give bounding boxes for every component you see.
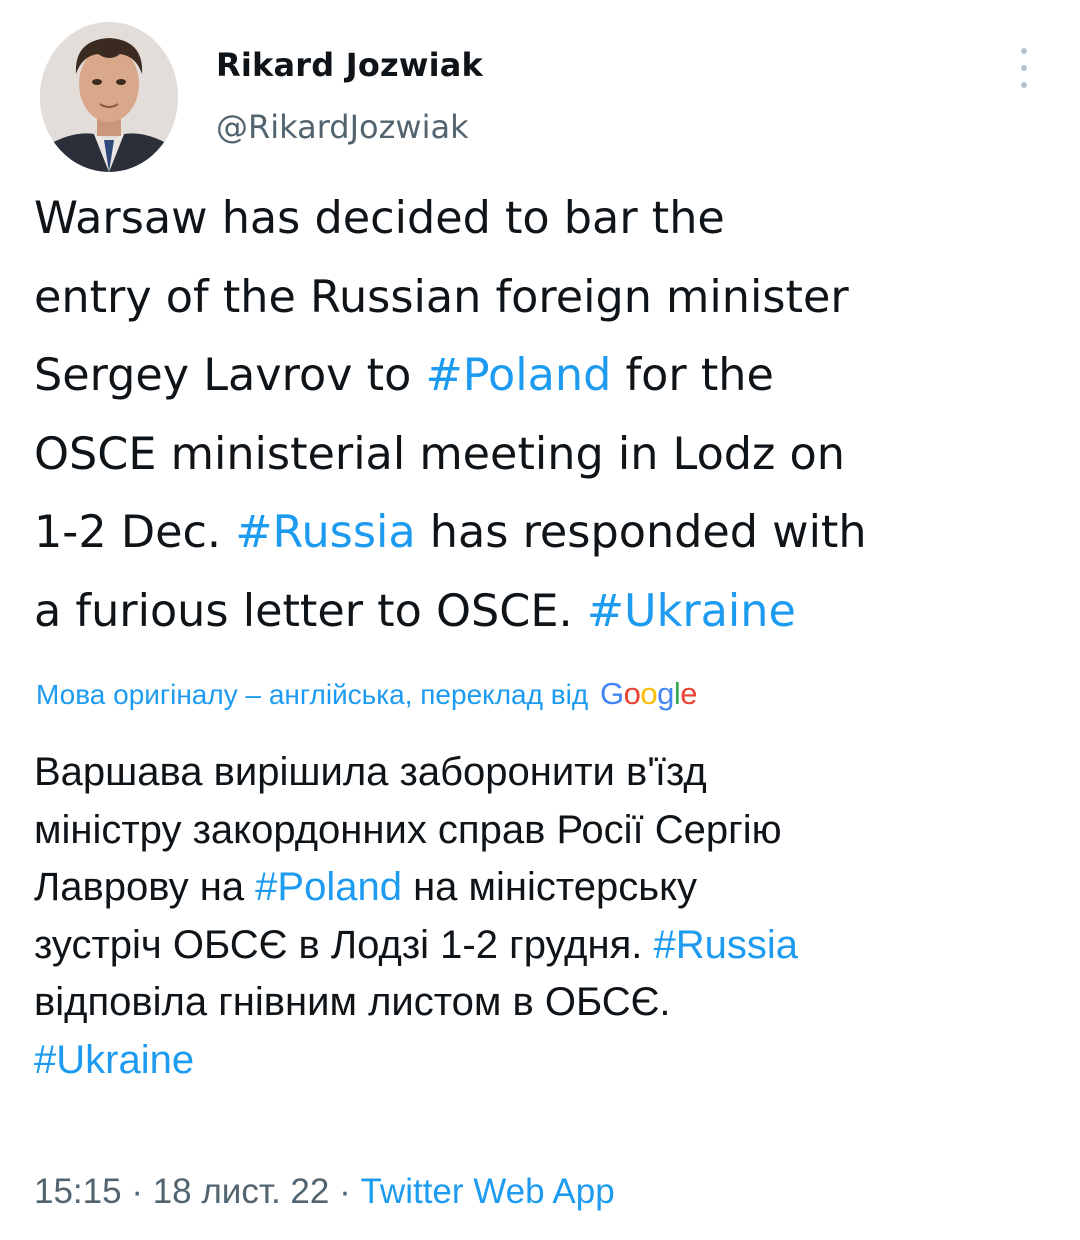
hashtag-link[interactable]: #Poland — [255, 865, 402, 909]
meta-separator: · — [121, 1172, 153, 1211]
text-segment: Лаврову на — [34, 865, 256, 910]
translated-text-line: Варшава вирішила заборонити в'їзд — [34, 744, 1064, 802]
author-name[interactable]: Rikard Jozwiak — [216, 46, 483, 84]
text-segment: a furious letter to OSCE. — [34, 585, 587, 637]
profile-photo — [40, 22, 178, 172]
text-segment: 1-2 Dec. — [34, 507, 236, 558]
author-handle[interactable]: @RikardJozwiak — [216, 108, 469, 146]
translation-note[interactable]: Мова оригіналу – англійська, переклад ві… — [36, 676, 697, 712]
tweet-text: Warsaw has decided to bar the entry of th… — [34, 180, 1064, 651]
more-options-button[interactable] — [1012, 48, 1036, 88]
more-vertical-icon-dot — [1021, 82, 1027, 88]
text-segment: for the — [611, 350, 774, 401]
avatar[interactable] — [40, 22, 178, 172]
tweet-text-line: Sergey Lavrov to #Poland for the — [34, 337, 1064, 416]
tweet-text-line: Warsaw has decided to bar the — [34, 180, 1064, 259]
hashtag-link[interactable]: #Ukraine — [587, 586, 796, 637]
text-segment: на міністерську — [401, 865, 698, 910]
translation-note-text: Мова оригіналу – англійська, переклад ві… — [36, 679, 589, 710]
translated-text-line: міністру закордонних справ Росії Сергію — [34, 802, 1064, 860]
tweet-time[interactable]: 15:15 — [34, 1172, 122, 1211]
hashtag-link[interactable]: #Ukraine — [34, 1038, 194, 1082]
hashtag-link[interactable]: #Russia — [235, 507, 415, 558]
text-segment: has responded with — [415, 507, 867, 558]
translated-text-line: #Ukraine — [34, 1032, 1064, 1090]
text-segment: зустріч ОБСЄ в Лодзі 1-2 грудня. — [34, 922, 654, 967]
text-segment: Варшава вирішила заборонити в'їзд — [34, 750, 707, 794]
text-segment: entry of the Russian foreign minister — [34, 271, 849, 323]
hashtag-link[interactable]: #Russia — [653, 923, 798, 967]
more-vertical-icon-dot — [1021, 65, 1027, 71]
tweet-text-line: a furious letter to OSCE. #Ukraine — [34, 573, 1064, 652]
tweet-date[interactable]: 18 лист. 22 — [153, 1172, 330, 1211]
text-segment: Sergey Lavrov to — [34, 350, 426, 401]
hashtag-link[interactable]: #Poland — [425, 350, 611, 401]
tweet-text-line: OSCE ministerial meeting in Lodz on — [34, 416, 1064, 495]
translated-text: Варшава вирішила заборонити в'їзд міністр… — [34, 744, 1064, 1090]
translated-text-line: відповіла гнівним листом в ОБСЄ. — [34, 974, 1064, 1032]
tweet-source-link[interactable]: Twitter Web App — [360, 1172, 614, 1211]
text-segment: Warsaw has decided to bar the — [34, 193, 725, 244]
text-segment: відповіла гнівним листом в ОБСЄ. — [34, 980, 671, 1025]
google-logo-icon: Google — [599, 676, 698, 711]
tweet-text-line: 1-2 Dec. #Russia has responded with — [34, 494, 1064, 573]
translated-text-line: зустріч ОБСЄ в Лодзі 1-2 грудня. #Russia — [34, 917, 1064, 975]
text-segment: OSCE ministerial meeting in Lodz on — [34, 428, 845, 480]
tweet-meta: 15:15 · 18 лист. 22 · Twitter Web App — [34, 1172, 615, 1212]
translated-text-line: Лаврову на #Poland на міністерську — [34, 859, 1064, 917]
meta-separator: · — [329, 1172, 361, 1211]
tweet-text-line: entry of the Russian foreign minister — [34, 259, 1064, 338]
more-vertical-icon — [1021, 48, 1027, 54]
text-segment: міністру закордонних справ Росії Сергію — [34, 807, 782, 852]
